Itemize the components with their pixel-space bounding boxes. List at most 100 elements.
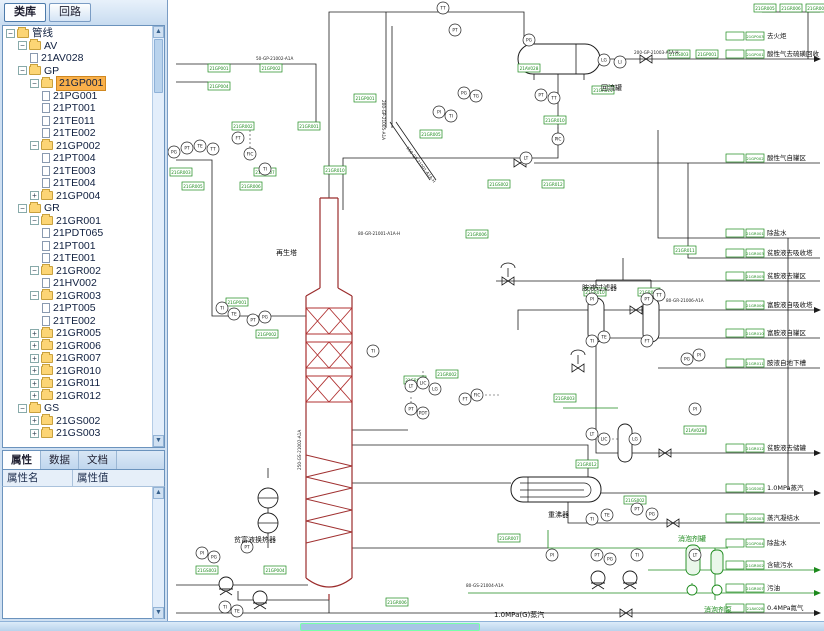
diagram-canvas[interactable]: 21GP00121GP00221GP00421GR00121GR00221GR0… [167, 0, 824, 621]
tree-item-21TE002[interactable]: 21TE002 [3, 127, 152, 140]
tree-toggle-icon[interactable]: + [30, 391, 39, 400]
instrument-balloon-PI[interactable]: PI [433, 106, 445, 118]
pipeline-tag-21GP001[interactable]: 21GP001 [696, 50, 718, 58]
pipeline-tag-21GR006[interactable]: 21GR006 [466, 230, 488, 238]
tree-toggle-icon[interactable]: − [30, 216, 39, 225]
instrument-balloon-LIC[interactable]: LIC [417, 377, 429, 389]
tree-item-管线[interactable]: −管线 [3, 27, 152, 40]
instrument-balloon-LG[interactable]: LG [598, 54, 610, 66]
instrument-balloon-PG[interactable]: PG [681, 353, 693, 365]
tab-loop[interactable]: 回路 [49, 3, 91, 22]
instrument-balloon-FIC[interactable]: FIC [471, 389, 483, 401]
pipeline-tag-21GR005[interactable]: 21GR005 [182, 182, 204, 190]
tree-toggle-icon[interactable]: + [30, 429, 39, 438]
instrument-balloon-TI[interactable]: TI [445, 110, 457, 122]
pipeline-tag-21GR002[interactable]: 21GR002 [232, 122, 254, 130]
tree-item-GR[interactable]: −GR [3, 202, 152, 215]
instrument-balloon-PI[interactable]: PI [546, 549, 558, 561]
instrument-balloon-TE[interactable]: TE [228, 308, 240, 320]
instrument-balloon-PT[interactable]: PT [535, 89, 547, 101]
tab-data[interactable]: 数据 [41, 451, 79, 469]
tree-item-21GP001[interactable]: −21GP001 [3, 77, 152, 90]
instrument-balloon-TT[interactable]: TT [207, 143, 219, 155]
pipeline-tag-21AV028[interactable]: 21AV028 [684, 426, 706, 434]
tree-toggle-icon[interactable]: − [30, 266, 39, 275]
instrument-balloon-PG[interactable]: PG [208, 551, 220, 563]
instrument-balloon-TT[interactable]: TT [653, 289, 665, 301]
pipeline-tag-21GP002[interactable]: 21GP002 [260, 64, 282, 72]
tree-item-21GR002[interactable]: −21GR002 [3, 265, 152, 278]
instrument-balloon-PDT[interactable]: PDT [417, 407, 429, 419]
tree-item-21GR012[interactable]: +21GR012 [3, 390, 152, 403]
tree-item-21GR003[interactable]: −21GR003 [3, 290, 152, 303]
tree-toggle-icon[interactable]: − [18, 41, 27, 50]
tree-item-21GR007[interactable]: +21GR007 [3, 352, 152, 365]
tree-item-21PT005[interactable]: 21PT005 [3, 302, 152, 315]
instrument-balloon-TE[interactable]: TE [598, 331, 610, 343]
instrument-balloon-TI[interactable]: TI [586, 335, 598, 347]
instrument-balloon-PI[interactable]: PI [196, 547, 208, 559]
tree-toggle-icon[interactable]: + [30, 341, 39, 350]
instrument-balloon-PG[interactable]: PG [604, 553, 616, 565]
tree-toggle-icon[interactable]: − [18, 204, 27, 213]
instrument-balloon-FT[interactable]: FT [641, 335, 653, 347]
pipeline-tag-21GR011[interactable]: 21GR011 [674, 246, 696, 254]
tree-toggle-icon[interactable]: + [30, 366, 39, 375]
horizontal-scroll-thumb[interactable] [300, 623, 480, 631]
instrument-balloon-TT[interactable]: TT [437, 2, 449, 14]
instrument-balloon-LG[interactable]: LG [429, 383, 441, 395]
instrument-balloon-LG[interactable]: LG [629, 433, 641, 445]
instrument-balloon-LT[interactable]: LT [405, 380, 417, 392]
instrument-balloon-PT[interactable]: PT [591, 549, 603, 561]
instrument-balloon-TE[interactable]: TE [194, 140, 206, 152]
tree-item-21TE004[interactable]: 21TE004 [3, 177, 152, 190]
pid-diagram[interactable]: 21GP00121GP00221GP00421GR00121GR00221GR0… [168, 0, 824, 621]
instrument-balloon-PG[interactable]: PG [646, 508, 658, 520]
pipeline-tag-21GR007[interactable]: 21GR007 [806, 4, 824, 12]
tree-toggle-icon[interactable]: + [30, 329, 39, 338]
pipeline-tag-21GR006[interactable]: 21GR006 [240, 182, 262, 190]
instrument-balloon-LT[interactable]: LT [520, 152, 532, 164]
instrument-balloon-PIC[interactable]: PIC [552, 133, 564, 145]
pipeline-tag-21GR012[interactable]: 21GR012 [576, 460, 598, 468]
tree-item-21TE011[interactable]: 21TE011 [3, 115, 152, 128]
tree-item-21GS002[interactable]: +21GS002 [3, 415, 152, 428]
tree-item-21GR005[interactable]: +21GR005 [3, 327, 152, 340]
tree-item-21PT001[interactable]: 21PT001 [3, 240, 152, 253]
pipeline-tag-21GR006[interactable]: 21GR006 [780, 4, 802, 12]
pipeline-tag-21GP004[interactable]: 21GP004 [208, 82, 230, 90]
instrument-balloon-PT[interactable]: PT [247, 314, 259, 326]
tree-item-GS[interactable]: −GS [3, 402, 152, 415]
tree-toggle-icon[interactable]: − [30, 291, 39, 300]
instrument-balloon-PT[interactable]: PT [181, 142, 193, 154]
pipeline-tag-21GR005[interactable]: 21GR005 [754, 4, 776, 12]
instrument-balloon-PT[interactable]: PT [631, 503, 643, 515]
pipeline-tag-21GR003[interactable]: 21GR003 [170, 168, 192, 176]
instrument-balloon-TI[interactable]: TI [219, 601, 231, 613]
scroll-up-icon[interactable]: ▲ [153, 487, 164, 499]
tree-item-21PT004[interactable]: 21PT004 [3, 152, 152, 165]
tree-item-21TE001[interactable]: 21TE001 [3, 252, 152, 265]
instrument-balloon-TI[interactable]: TI [259, 163, 271, 175]
instrument-balloon-TI[interactable]: TI [586, 513, 598, 525]
instrument-balloon-TT[interactable]: TT [548, 92, 560, 104]
pipeline-tag-21GP004[interactable]: 21GP004 [264, 566, 286, 574]
instrument-balloon-PG[interactable]: PG [458, 87, 470, 99]
tree-toggle-icon[interactable]: + [30, 379, 39, 388]
pipeline-tag-21GS002[interactable]: 21GS002 [624, 496, 646, 504]
tree-item-21GS003[interactable]: +21GS003 [3, 427, 152, 440]
tree-item-21TE003[interactable]: 21TE003 [3, 165, 152, 178]
instrument-balloon-PG[interactable]: PG [168, 146, 180, 158]
instrument-balloon-TI[interactable]: TI [216, 302, 228, 314]
reflux-drum[interactable] [518, 44, 600, 80]
tree-toggle-icon[interactable]: + [30, 416, 39, 425]
tree-item-21GR006[interactable]: +21GR006 [3, 340, 152, 353]
pipeline-tag-21GS002[interactable]: 21GS002 [488, 180, 510, 188]
pipeline-tag-21GR007[interactable]: 21GR007 [498, 534, 520, 542]
instrument-balloon-PT[interactable]: PT [449, 24, 461, 36]
pipeline-tag-21GP001[interactable]: 21GP001 [354, 94, 376, 102]
scroll-up-icon[interactable]: ▲ [153, 26, 164, 38]
tree-item-21PT001[interactable]: 21PT001 [3, 102, 152, 115]
tree-item-21GR011[interactable]: +21GR011 [3, 377, 152, 390]
pipeline-tag-21GR003[interactable]: 21GR003 [554, 394, 576, 402]
